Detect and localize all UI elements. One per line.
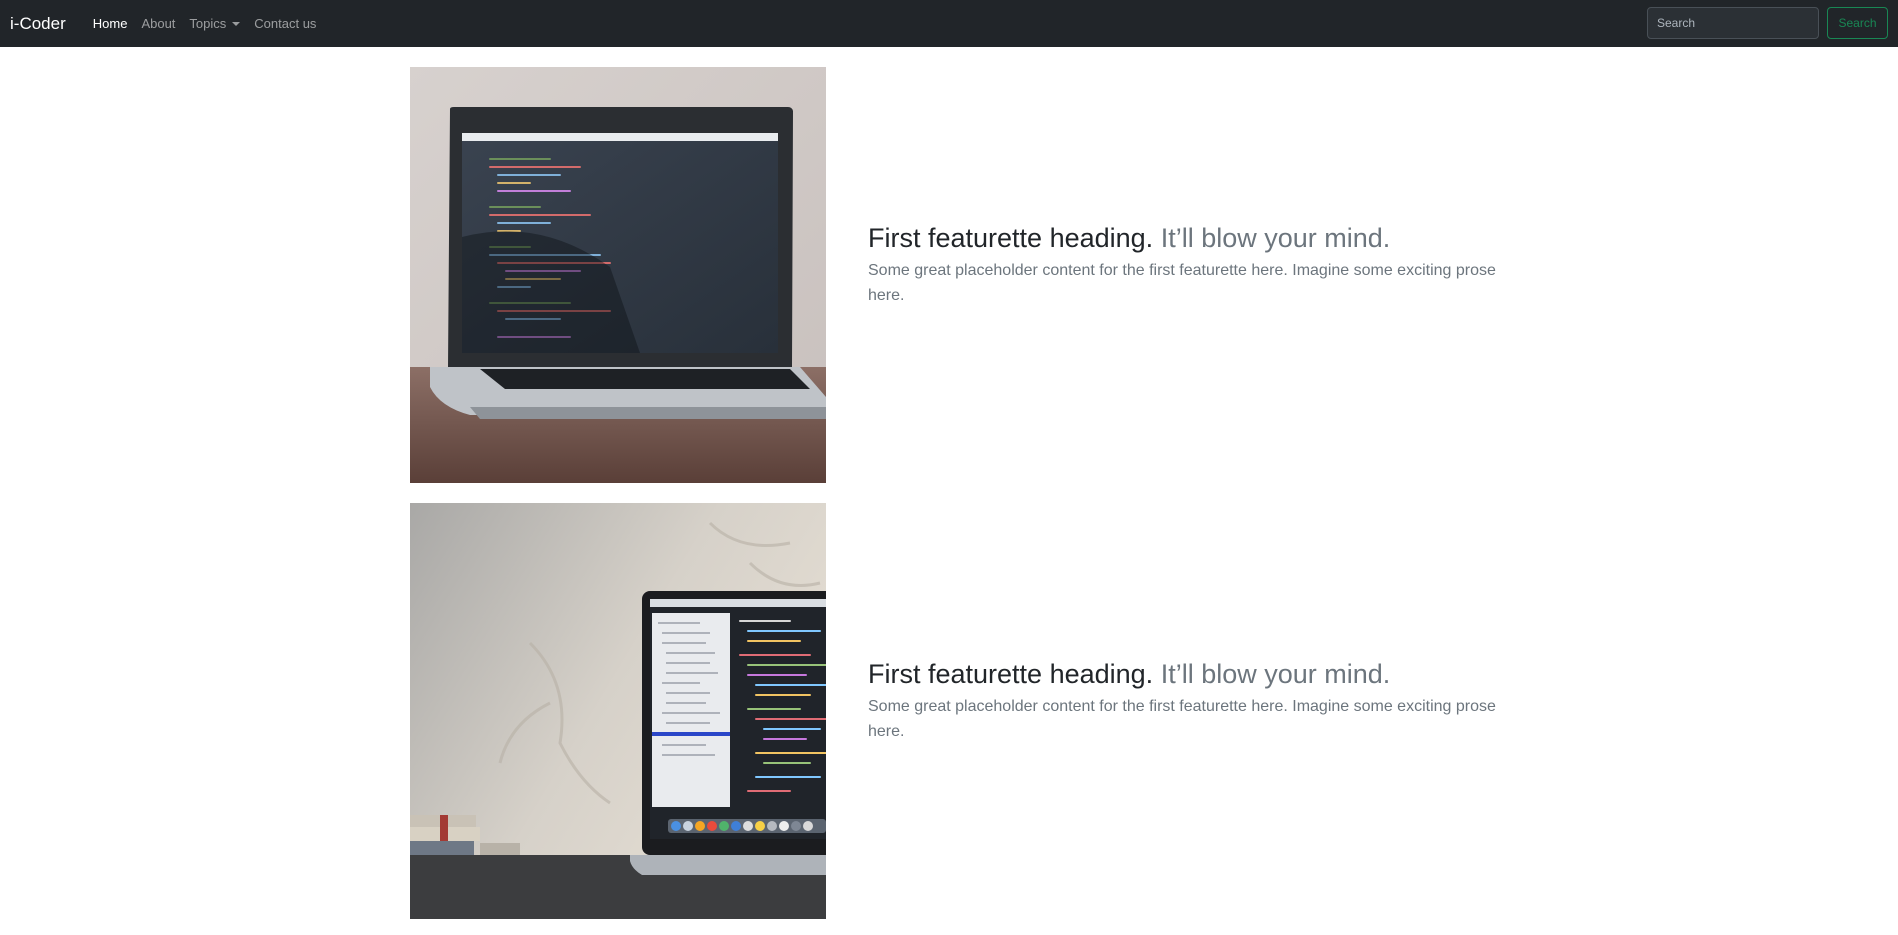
top-navbar: i-Coder Home About Topics Contact us Sea… [0, 0, 1898, 47]
nav-link-contact[interactable]: Contact us [247, 16, 323, 31]
featurette-heading: First featurette heading. It’ll blow you… [868, 222, 1498, 254]
featurette-heading: First featurette heading. It’ll blow you… [868, 658, 1498, 690]
nav-link-home[interactable]: Home [86, 16, 135, 31]
macbook-photo [410, 503, 826, 919]
search-input[interactable] [1647, 7, 1819, 39]
nav-dropdown-topics[interactable]: Topics [182, 16, 247, 31]
nav-dropdown-topics-label: Topics [189, 16, 227, 31]
brand-logo[interactable]: i-Coder [10, 14, 66, 34]
featurette-body: Some great placeholder content for the f… [868, 262, 1496, 305]
featurette-heading-muted: It’ll blow your mind. [1160, 659, 1391, 689]
featurette-1-text: First featurette heading. It’ll blow you… [868, 222, 1498, 308]
nav-link-about[interactable]: About [134, 16, 182, 31]
featurette-2: First featurette heading. It’ll blow you… [410, 503, 1496, 919]
featurette-body: Some great placeholder content for the f… [868, 698, 1496, 741]
featurette-heading-main: First featurette heading. [868, 223, 1154, 253]
laptop-photo [410, 67, 826, 483]
caret-down-icon [232, 21, 241, 26]
featurette-2-text: First featurette heading. It’ll blow you… [868, 658, 1498, 744]
search-button[interactable]: Search [1827, 7, 1888, 39]
nav-links: Home About Topics Contact us [86, 16, 324, 31]
search-form: Search [1647, 7, 1888, 39]
featurette-heading-main: First featurette heading. [868, 659, 1154, 689]
featurette-1: First featurette heading. It’ll blow you… [410, 67, 1496, 483]
featurette-heading-muted: It’ll blow your mind. [1160, 223, 1391, 253]
